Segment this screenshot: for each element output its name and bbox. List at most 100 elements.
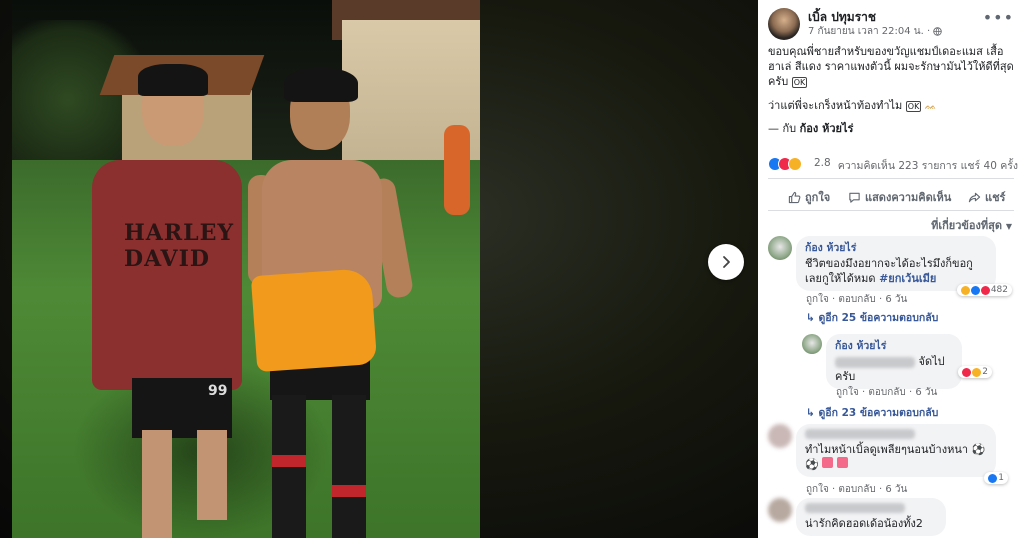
commenter-avatar[interactable] (768, 424, 792, 448)
chevron-right-icon (723, 256, 730, 268)
comment-reactions[interactable]: 1 (984, 472, 1008, 484)
next-photo-button[interactable] (708, 244, 744, 280)
post-header: เบิ้ล ปทุมราช 7 กันยายน เวลา 22:04 น. · … (768, 6, 1018, 42)
soccer-ball-icon: ⚽ (971, 443, 986, 456)
like-reaction-icon (988, 473, 998, 483)
comment-reactions[interactable]: 482 (956, 284, 1012, 296)
post-stats: 2.8 ความคิดเห็น 223 รายการ แชร์ 40 ครั้ง (768, 155, 1018, 173)
reaction-count: 1 (998, 473, 1004, 483)
background-person (444, 125, 470, 215)
comment-sort-dropdown[interactable]: ที่เกี่ยวข้องที่สุด ▼ (931, 216, 1012, 234)
reaction-count[interactable]: 2.8 (814, 157, 831, 169)
commenter-name[interactable]: ก้อง ห้วยไร่ (805, 241, 987, 256)
author-avatar[interactable] (768, 8, 800, 40)
comment-button[interactable]: แสดงความคิดเห็น (848, 188, 951, 206)
post-text-body-2: ว่าแต่พี่จะเกร็งหน้าท้องทำไม (768, 99, 903, 112)
ok-emoji-icon: OK (791, 76, 808, 88)
comment-text: ทำไมหน้าเบิ้ลดูเพลียๆนอนบ้างหนา (805, 443, 969, 456)
commenter-name[interactable]: ก้อง ห้วยไร่ (835, 339, 953, 354)
comment-time[interactable]: 6 วัน (885, 294, 907, 305)
haha-reaction-icon (960, 285, 970, 295)
haha-reaction-icon (788, 157, 802, 171)
caret-down-icon: ▼ (1005, 222, 1012, 231)
love-reaction-icon (980, 285, 990, 295)
comment-bubble: ก้อง ห้วยไร่ ชีวิตของมึงอยากจะได้อะไรมึง… (796, 236, 996, 291)
hashtag-link[interactable]: #ยกเว้นเมีย (879, 272, 936, 285)
comment-reply-link[interactable]: ตอบกลับ (868, 387, 905, 398)
post-text-line: ขอบคุณพี่ชายสำหรับของขวัญแชมป์เดอะแมส เส… (768, 44, 1018, 89)
comment-label: แสดงความคิดเห็น (865, 191, 952, 204)
haha-reaction-icon (972, 367, 982, 377)
share-icon (968, 192, 981, 202)
comment-reply-link[interactable]: ตอบกลับ (838, 294, 875, 305)
redacted-name (805, 503, 905, 513)
reaction-count: 2 (982, 367, 988, 377)
like-label: ถูกใจ (805, 191, 831, 204)
divider (768, 178, 1014, 179)
comment-actions: ถูกใจ · ตอบกลับ · 6 วัน (806, 294, 908, 305)
person1-hair (138, 64, 208, 96)
reaction-count: 482 (990, 285, 1008, 295)
comment-like-link[interactable]: ถูกใจ (836, 387, 859, 398)
soccer-ball-icon: ⚽ (805, 458, 819, 471)
sock-stripe (272, 455, 306, 467)
person1-leg (197, 430, 227, 520)
comment-time[interactable]: 6 วัน (885, 484, 907, 495)
view-more-replies[interactable]: ↳ ดูอีก 23 ข้อความตอบกลับ (806, 404, 938, 421)
post-text: ขอบคุณพี่ชายสำหรับของขวัญแชมป์เดอะแมส เส… (768, 44, 1018, 114)
like-reaction-icon (970, 285, 980, 295)
share-label: แชร์ (985, 191, 1006, 204)
comment-bubble: น่ารักคิดฮอดเด้อน้องทั้ง2 (796, 498, 946, 536)
ok-emoji-icon: OK (905, 100, 922, 112)
more-options-icon[interactable]: ••• (983, 8, 1014, 27)
tagged-friend[interactable]: ก้อง ห้วยไร่ (800, 122, 854, 135)
photo-theater: HARLEY DAVID 99 เบิ้ล ปทุมราช 7 กันยายน … (0, 0, 1024, 538)
comment-icon (849, 192, 860, 203)
share-button[interactable]: แชร์ (968, 188, 1005, 206)
thumbs-up-icon (788, 191, 801, 203)
post-side-panel: เบิ้ล ปทุมราช 7 กันยายน เวลา 22:04 น. · … (758, 0, 1024, 538)
love-reaction-icon (962, 367, 972, 377)
commenter-avatar[interactable] (768, 498, 792, 522)
post-meta: 7 กันยายน เวลา 22:04 น. · (808, 24, 943, 39)
sort-label: ที่เกี่ยวข้องที่สุด (931, 219, 1002, 232)
comment-like-link[interactable]: ถูกใจ (806, 484, 829, 495)
post-action-bar: ถูกใจ แสดงความคิดเห็น แชร์ (768, 184, 1018, 208)
comment-text-2: ครับ (835, 370, 856, 383)
shirt-print: HARLEY DAVID (124, 220, 235, 272)
comment-reply-link[interactable]: ตอบกลับ (838, 484, 875, 495)
person2-leg (332, 395, 366, 538)
commenter-avatar[interactable] (768, 236, 792, 260)
heart-emoji-icon (836, 457, 848, 468)
comment-item: ก้อง ห้วยไร่ ชีวิตของมึงอยากจะได้อะไรมึง… (768, 236, 1018, 306)
post-photo[interactable]: HARLEY DAVID 99 (12, 0, 480, 538)
person1-leg (142, 430, 172, 538)
comment-text: จัดไป (918, 355, 945, 368)
redacted-name (805, 429, 915, 439)
comment-bubble: ก้อง ห้วยไร่ จัดไป ครับ (826, 334, 962, 389)
comment-item: ทำไมหน้าเบิ้ลดูเพลียๆนอนบ้างหนา ⚽ ⚽ 1 ถู… (768, 424, 1018, 495)
photo-viewer: HARLEY DAVID 99 (0, 0, 758, 538)
comment-time[interactable]: 6 วัน (915, 387, 937, 398)
person2-hair (284, 68, 358, 102)
comment-reactions[interactable]: 2 (958, 366, 992, 378)
view-more-replies[interactable]: ↳ ดูอีก 25 ข้อความตอบกลับ (806, 309, 938, 326)
comment-like-link[interactable]: ถูกใจ (806, 294, 829, 305)
orange-jersey (250, 267, 378, 373)
like-button[interactable]: ถูกใจ (788, 188, 830, 206)
post-text-line: ว่าแต่พี่จะเกร็งหน้าท้องทำไม OK ᨐ (768, 98, 1018, 114)
tagged-with: — กับ ก้อง ห้วยไร่ (768, 119, 853, 137)
comment-bubble: ทำไมหน้าเบิ้ลดูเพลียๆนอนบ้างหนา ⚽ ⚽ (796, 424, 996, 477)
reaction-icons[interactable] (768, 157, 802, 171)
comments-shares-count[interactable]: ความคิดเห็น 223 รายการ แชร์ 40 ครั้ง (838, 157, 1018, 174)
pray-emoji-icon: ᨐ (924, 101, 937, 112)
reply-arrow-icon: ↳ (806, 312, 819, 324)
comment-actions: ถูกใจ · ตอบกลับ · 6 วัน (806, 484, 908, 495)
comment-item: น่ารักคิดฮอดเด้อน้องทั้ง2 (768, 498, 1018, 538)
reply-item: ก้อง ห้วยไร่ จัดไป ครับ 2 ถูกใจ · ตอบกลั… (802, 334, 1018, 398)
commenter-avatar[interactable] (802, 334, 822, 354)
post-timestamp[interactable]: 7 กันยายน เวลา 22:04 น. (808, 26, 924, 37)
comment-text: น่ารักคิดฮอดเด้อน้องทั้ง2 (805, 517, 923, 530)
reply-arrow-icon: ↳ (806, 407, 819, 419)
redacted-mention (835, 356, 915, 368)
